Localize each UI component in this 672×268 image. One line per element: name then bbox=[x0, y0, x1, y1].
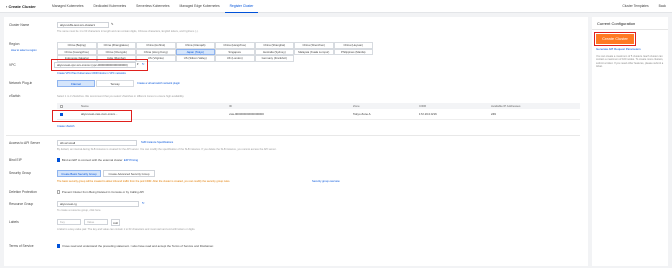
back-right-link[interactable]: Back bbox=[659, 4, 666, 8]
region-option[interactable]: UK (London) bbox=[215, 55, 255, 62]
region-help-link[interactable]: How to select a region bbox=[11, 49, 37, 52]
resource-group-select[interactable]: aliyun-test-rg bbox=[57, 201, 139, 207]
tos-label: Terms of Service bbox=[9, 244, 34, 248]
label-value-input[interactable]: Value bbox=[84, 219, 108, 225]
cluster-name-hint: The name must be 1 to 63 characters in l… bbox=[57, 30, 199, 33]
create-cluster-button[interactable]: Create Cluster bbox=[594, 32, 636, 46]
vpc-hint[interactable]: Create VPC Plan Kubernetes CIDR blocks i… bbox=[57, 72, 126, 75]
region-option[interactable]: US (Silicon Valley) bbox=[175, 55, 215, 62]
tab-serverless-kubernetes[interactable]: Serverless Kubernetes bbox=[131, 0, 174, 13]
label-key-input[interactable]: Key bbox=[57, 219, 81, 225]
api-server-label: Access to API Server bbox=[9, 141, 40, 145]
advanced-security-group-button[interactable]: Create Advanced Security Group bbox=[103, 170, 155, 177]
bind-eip-label: Bind EIP bbox=[9, 158, 22, 162]
security-group-hint: The basic security group will be created… bbox=[57, 180, 231, 183]
vswitch-table: Name ID Zone CIDR Available IP Addresses… bbox=[57, 103, 580, 120]
cluster-templates-link[interactable]: Cluster Templates bbox=[622, 4, 648, 8]
back-link[interactable]: ‹ Create Cluster bbox=[6, 4, 36, 9]
table-row[interactable]: aliyun-test-vsw-xxxx-xxxxx... vsw-000000… bbox=[57, 109, 580, 120]
resource-group-label: Resource Group bbox=[9, 202, 34, 206]
top-right-links: Cluster Templates Back bbox=[622, 4, 666, 8]
side-divider bbox=[592, 29, 668, 30]
region-option[interactable]: Philippines (Manila) bbox=[333, 48, 373, 55]
plugin-flannel-option[interactable]: Flannel bbox=[57, 80, 95, 87]
region-option[interactable]: Malaysia (Kuala Lumpur) bbox=[294, 48, 334, 55]
cluster-name-label: Cluster Name bbox=[9, 23, 30, 27]
deletion-protection-checkbox[interactable] bbox=[57, 190, 61, 194]
bind-eip-checkbox[interactable] bbox=[57, 158, 61, 162]
tos-checkbox[interactable] bbox=[57, 244, 61, 248]
row-cidr: 172.16.0.0/16 bbox=[419, 112, 437, 116]
plugin-label: Network Plug-in bbox=[9, 81, 33, 85]
plugin-terway-option[interactable]: Terway bbox=[96, 80, 134, 87]
top-nav-bar: ‹ Create Cluster Managed Kubernetes Dedi… bbox=[0, 0, 672, 13]
vswitch-highlight-box bbox=[52, 110, 132, 122]
security-group-link[interactable]: Security group overview bbox=[312, 180, 340, 183]
tos-option[interactable]: I have read and understand the preceding… bbox=[57, 244, 214, 248]
resource-group-hint: To create a resource group, click here. bbox=[57, 209, 102, 212]
deletion-protection-label: Deletion Protection bbox=[9, 190, 37, 194]
config-side-panel: Current Configuration Create Cluster Gen… bbox=[592, 17, 668, 266]
tos-text: I have read and understand the preceding… bbox=[61, 244, 214, 248]
bind-eip-option[interactable]: Bind an EIP to connect with the external… bbox=[57, 158, 138, 162]
cluster-name-input[interactable]: aliyun-k8s-test-xxx-cluster1 bbox=[57, 22, 109, 28]
add-label-button[interactable]: Add bbox=[111, 218, 120, 226]
row-zone: Tokyo Zone A bbox=[353, 112, 371, 116]
select-all-checkbox[interactable] bbox=[60, 104, 64, 108]
security-group-label: Security Group bbox=[9, 171, 31, 175]
tab-dedicated-kubernetes[interactable]: Dedicated Kubernetes bbox=[89, 0, 132, 13]
resource-refresh-icon[interactable]: ↻ bbox=[142, 201, 145, 205]
region-label: Region bbox=[9, 42, 20, 46]
labels-hint: A label is a key-value pair. The key and… bbox=[57, 228, 196, 231]
api-server-hint: By default, an internal-facing SLB insta… bbox=[57, 148, 277, 151]
cluster-type-tabs: Managed Kubernetes Dedicated Kubernetes … bbox=[47, 0, 259, 13]
api-params-link[interactable]: Generate API Request Parameters bbox=[596, 47, 641, 51]
bind-eip-text: Bind an EIP to connect with the external… bbox=[61, 158, 123, 162]
tab-managed-edge-kubernetes[interactable]: Managed Edge Kubernetes bbox=[175, 0, 225, 13]
deletion-protection-text: Prevent Cluster from Being Deleted in Co… bbox=[61, 190, 144, 194]
tab-managed-kubernetes[interactable]: Managed Kubernetes bbox=[47, 0, 89, 13]
deletion-protection-option[interactable]: Prevent Cluster from Being Deleted in Co… bbox=[57, 190, 144, 194]
section-divider bbox=[6, 135, 580, 136]
plugin-link[interactable]: Create a virtual switch network plugin bbox=[137, 82, 180, 85]
edit-icon[interactable]: ✎ bbox=[111, 22, 114, 26]
vpc-highlight-box bbox=[51, 59, 148, 71]
slb-spec-select[interactable]: slb.s2.small bbox=[57, 140, 137, 146]
eip-pricing-link[interactable]: EIP Pricing bbox=[124, 158, 138, 162]
slb-spec-link[interactable]: SLB Instance Specifications bbox=[141, 141, 173, 144]
vswitch-hint: Select 1 to 3 vSwitches. We recommend th… bbox=[57, 95, 185, 98]
side-note: You can create a maximum of 5 clusters. … bbox=[596, 55, 664, 69]
row-ips: 249 bbox=[491, 112, 496, 116]
tab-register-cluster[interactable]: Register Cluster bbox=[224, 0, 259, 13]
row-id: vsw-000000000000000000 bbox=[229, 112, 264, 116]
region-option[interactable]: Germany (Frankfurt) bbox=[254, 55, 294, 62]
create-vswitch-link[interactable]: Create vSwitch bbox=[57, 125, 74, 128]
vpc-label: VPC bbox=[9, 63, 16, 67]
basic-security-group-button[interactable]: Create Basic Security Group bbox=[57, 170, 101, 177]
side-panel-title: Current Configuration bbox=[597, 21, 636, 26]
labels-label: Labels bbox=[9, 220, 19, 224]
vswitch-label: vSwitch bbox=[9, 94, 21, 98]
